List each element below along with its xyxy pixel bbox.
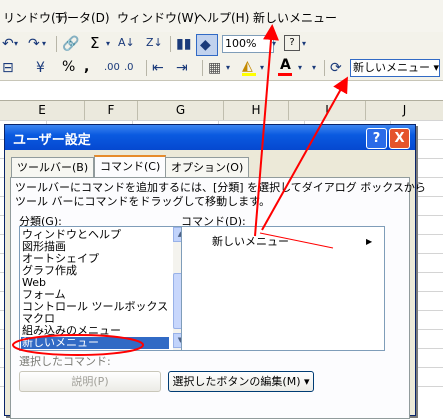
dialog-title-bar[interactable]: ユーザー設定 ? X <box>5 125 415 150</box>
command-item[interactable]: 新しいメニュー <box>212 236 289 248</box>
column-header-j[interactable]: J <box>366 101 443 120</box>
font-color-swatch <box>278 73 292 76</box>
hyperlink-icon[interactable]: 🔗 <box>62 36 79 52</box>
font-color-dropdown-icon[interactable]: ▾ <box>298 60 302 76</box>
new-menu-toolbar-button[interactable]: 新しいメニュー ▾ <box>350 59 440 77</box>
categories-list[interactable]: ウィンドウとヘルプ 図形描画 オートシェイプ グラフ作成 Web フォーム コン… <box>19 226 189 351</box>
toolbar-separator <box>324 60 325 76</box>
menu-help[interactable]: ヘルプ(H) <box>192 7 252 28</box>
increase-decimal-icon[interactable]: .00 <box>104 60 120 76</box>
decrease-decimal-icon[interactable]: .0 <box>124 60 134 76</box>
dialog-description: ツールバーにコマンドを追加するには、[分類] を選択してダイアログ ボックスから… <box>15 181 426 209</box>
modify-selection-button[interactable]: 選択したボタンの編集(M) ▾ <box>168 371 314 392</box>
selected-command-label: 選択したコマンド: <box>19 355 111 368</box>
toolbar-separator <box>202 60 203 76</box>
description-line-1: ツールバーにコマンドを追加するには、[分類] を選択してダイアログ ボックスから <box>15 181 426 194</box>
column-header-f[interactable]: F <box>85 101 138 120</box>
formula-bar-area <box>0 81 443 100</box>
submenu-arrow-icon: ▶ <box>366 237 373 246</box>
merge-center-icon[interactable]: ⊟ <box>2 60 14 76</box>
column-header-e[interactable]: E <box>0 101 85 120</box>
column-headers: E F G H I J <box>0 100 443 121</box>
toolbar-separator <box>170 36 171 52</box>
borders-icon[interactable]: ▦ <box>208 60 221 76</box>
dialog-help-button[interactable]: ? <box>366 128 387 149</box>
toolbar-options-icon[interactable]: ▾ <box>312 60 316 76</box>
zoom-select[interactable]: 100% <box>222 35 274 53</box>
autosum-icon[interactable]: Σ <box>90 35 99 51</box>
help-icon[interactable]: ? <box>284 35 300 51</box>
fill-color-icon[interactable]: ◭ <box>242 58 253 74</box>
fill-color-dropdown-icon[interactable]: ▾ <box>260 60 264 76</box>
borders-dropdown-icon[interactable]: ▾ <box>226 60 230 76</box>
currency-icon[interactable]: ¥ <box>36 60 45 76</box>
column-header-h[interactable]: H <box>224 101 289 120</box>
replace-icon[interactable]: ⟳ <box>330 60 342 76</box>
menu-window[interactable]: ウィンドウ(W) <box>114 7 201 28</box>
description-button[interactable]: 説明(P) <box>19 371 161 392</box>
sort-ascending-icon[interactable]: A↓ <box>118 35 135 51</box>
undo-icon[interactable]: ↶ <box>2 36 14 52</box>
font-color-icon[interactable]: A <box>280 57 291 73</box>
percent-icon[interactable]: % <box>62 59 75 75</box>
chart-wizard-icon[interactable]: ▮▮ <box>176 36 191 52</box>
menu-bar: リンドウ(T) データ(D) ウィンドウ(W) ヘルプ(H) 新しいメニュー <box>0 0 443 33</box>
increase-indent-icon[interactable]: ⇥ <box>176 60 188 76</box>
description-line-2: ツール バーにコマンドをドラッグして移動します。 <box>15 195 271 208</box>
menu-new-menu[interactable]: 新しいメニュー <box>250 7 340 28</box>
decrease-indent-icon[interactable]: ⇤ <box>152 60 164 76</box>
menu-data[interactable]: データ(D) <box>52 7 113 28</box>
autosum-dropdown-icon[interactable]: ▾ <box>106 36 110 52</box>
category-item-selected[interactable]: 新しいメニュー <box>21 337 169 349</box>
dialog-title: ユーザー設定 <box>13 133 91 148</box>
redo-dropdown-icon[interactable]: ▾ <box>42 36 46 52</box>
commands-list[interactable]: 新しいメニュー ▶ <box>181 226 385 351</box>
new-menu-toolbar-label: 新しいメニュー <box>353 61 430 74</box>
tab-commands[interactable]: コマンド(C) <box>94 155 167 179</box>
formatting-toolbar: ⊟ ¥ % , .00 .0 ⇤ ⇥ ▦ ▾ ◭ ▾ A ▾ ▾ ⟳ 新しいメニ… <box>0 56 443 81</box>
fill-color-swatch <box>242 73 256 76</box>
modify-selection-label: 選択したボタンの編集(M) <box>172 375 301 388</box>
zoom-dropdown-icon[interactable]: ▾ <box>272 36 276 52</box>
dialog-close-button[interactable]: X <box>389 128 410 149</box>
customize-dialog: ユーザー設定 ? X ツールバー(B) コマンド(C) オプション(O) ツール… <box>4 124 426 419</box>
standard-toolbar: ↶ ▾ ↷ ▾ 🔗 Σ ▾ A↓ Z↓ ▮▮ ◆ 100% ▾ ? ▾ <box>0 32 443 56</box>
help-dropdown-icon[interactable]: ▾ <box>302 36 306 52</box>
comma-style-icon[interactable]: , <box>84 59 89 75</box>
toolbar-separator <box>56 36 57 52</box>
tab-options[interactable]: オプション(O) <box>165 157 250 177</box>
sort-descending-icon[interactable]: Z↓ <box>146 35 163 51</box>
redo-icon[interactable]: ↷ <box>28 36 40 52</box>
column-header-g[interactable]: G <box>138 101 224 120</box>
column-header-i[interactable]: I <box>289 101 366 120</box>
toolbar-separator <box>146 60 147 76</box>
tab-toolbars[interactable]: ツールバー(B) <box>11 157 95 177</box>
undo-dropdown-icon[interactable]: ▾ <box>14 36 18 52</box>
drawing-icon[interactable]: ◆ <box>196 34 218 56</box>
